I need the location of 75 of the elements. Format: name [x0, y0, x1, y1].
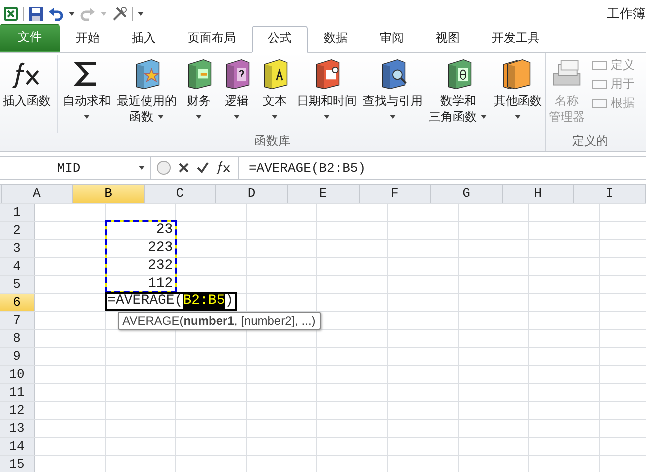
insert-function-icon[interactable]: [216, 161, 232, 175]
row-header[interactable]: 7: [0, 312, 35, 329]
row-header[interactable]: 5: [0, 276, 35, 293]
table-cell: 223: [106, 240, 176, 257]
spreadsheet-logo-icon[interactable]: [3, 6, 19, 22]
row-header[interactable]: 12: [0, 402, 35, 419]
dropdown-arrow-icon[interactable]: [271, 114, 279, 120]
ribbon-tab[interactable]: 开发工具: [476, 26, 556, 52]
ribbon-button[interactable]: 财务: [180, 55, 218, 133]
row-header[interactable]: 3: [0, 240, 35, 257]
ribbon-tab[interactable]: 数据: [308, 26, 364, 52]
ribbon-button[interactable]: 日期和时间: [294, 55, 360, 133]
dropdown-arrow-icon[interactable]: [323, 114, 331, 120]
row-header[interactable]: 14: [0, 438, 35, 455]
ribbon-button[interactable]: 其他函数: [491, 55, 545, 133]
dropdown-arrow-icon[interactable]: [195, 114, 203, 120]
dropdown-arrow-icon[interactable]: [480, 114, 488, 120]
column-header[interactable]: H: [502, 185, 574, 203]
window-title: 工作簿: [607, 6, 646, 23]
circle-icon: [157, 161, 171, 175]
ribbon-tab[interactable]: 页面布局: [172, 26, 252, 52]
ribbon-button[interactable]: 数学和 三角函数: [426, 55, 491, 133]
cancel-icon[interactable]: [178, 162, 190, 174]
ribbon-tab[interactable]: 视图: [420, 26, 476, 52]
group-label: 定义的: [572, 133, 610, 150]
dropdown-arrow-icon[interactable]: [68, 11, 76, 17]
enter-icon[interactable]: [197, 162, 209, 174]
save-icon[interactable]: [28, 6, 44, 22]
dropdown-arrow-icon[interactable]: [156, 114, 164, 120]
dropdown-arrow-icon[interactable]: [83, 114, 91, 120]
row-header[interactable]: 4: [0, 258, 35, 275]
column-header[interactable]: F: [360, 185, 432, 203]
undo-icon[interactable]: [48, 6, 64, 22]
row-header[interactable]: 15: [0, 456, 35, 472]
column-header[interactable]: I: [574, 185, 646, 203]
ribbon-button[interactable]: 文本: [256, 55, 294, 133]
ribbon-tab[interactable]: 开始: [60, 26, 116, 52]
table-cell: 23: [106, 222, 176, 239]
dropdown-arrow-icon[interactable]: [138, 165, 146, 171]
name-box[interactable]: MID: [0, 157, 151, 179]
row-header[interactable]: 13: [0, 420, 35, 437]
ribbon-tab[interactable]: 插入: [116, 26, 172, 52]
column-header[interactable]: D: [216, 185, 288, 203]
column-header[interactable]: C: [144, 185, 216, 203]
formula-field[interactable]: =AVERAGE(B2:B5): [239, 157, 366, 179]
function-tooltip: AVERAGE(number1, [number2], ...): [118, 312, 321, 330]
name-tag-icon: [592, 78, 608, 90]
column-header[interactable]: B: [73, 185, 145, 203]
row-header[interactable]: 1: [0, 204, 35, 221]
ribbon-button[interactable]: 最近使用的 函数: [114, 55, 180, 133]
dropdown-arrow-icon[interactable]: [233, 114, 241, 120]
name-tag-icon: [592, 98, 608, 110]
column-header[interactable]: G: [431, 185, 503, 203]
ribbon-button[interactable]: 查找与引用: [360, 55, 426, 133]
dropdown-arrow-icon[interactable]: [514, 114, 522, 120]
column-header[interactable]: E: [288, 185, 360, 203]
row-header[interactable]: 6: [0, 294, 35, 311]
group-label: 函数库: [254, 133, 292, 150]
name-tag-icon: [592, 60, 608, 72]
row-header[interactable]: 11: [0, 384, 35, 401]
row-header[interactable]: 2: [0, 222, 35, 239]
row-header[interactable]: 8: [0, 330, 35, 347]
ribbon-tab[interactable]: 公式: [252, 26, 308, 53]
customize-toolbar-icon[interactable]: [137, 11, 145, 17]
dropdown-arrow-icon[interactable]: [389, 114, 397, 120]
row-header[interactable]: 9: [0, 348, 35, 365]
cell-editor[interactable]: =AVERAGE(B2:B5): [104, 292, 237, 311]
table-cell: 232: [106, 258, 176, 275]
ribbon-button[interactable]: 插入函数: [0, 55, 58, 133]
ribbon-tab[interactable]: 文件: [0, 24, 60, 52]
ribbon-button[interactable]: 自动求和: [60, 55, 114, 133]
row-header[interactable]: 10: [0, 366, 35, 383]
ribbon-button[interactable]: 逻辑: [218, 55, 256, 133]
tools-icon[interactable]: [112, 6, 128, 22]
ribbon-tab[interactable]: 审阅: [364, 26, 420, 52]
